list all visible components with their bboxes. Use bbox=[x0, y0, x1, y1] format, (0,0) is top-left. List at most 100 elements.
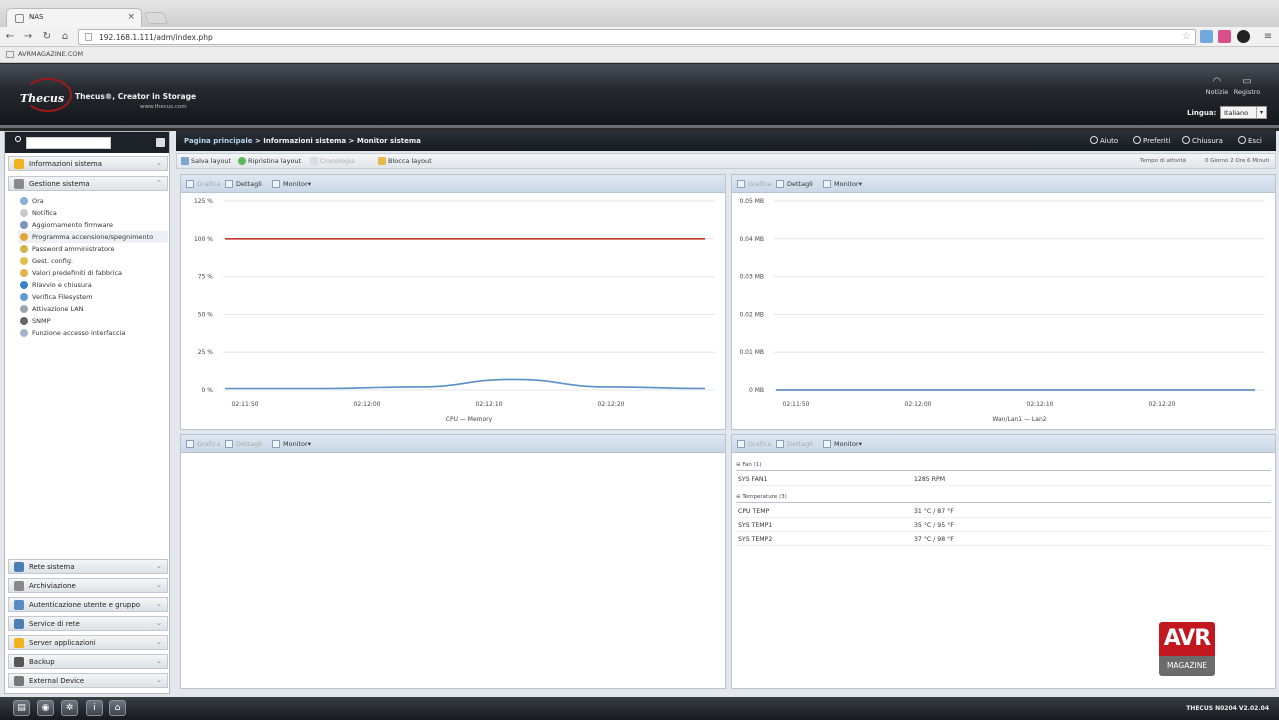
settings-app-icon[interactable]: ✲ bbox=[61, 700, 78, 716]
monitor-label: Monitor bbox=[834, 180, 859, 188]
monitor-dropdown[interactable]: Monitor▾ bbox=[272, 180, 311, 188]
log-link[interactable]: ▭ Registro bbox=[1229, 75, 1265, 96]
help-icon bbox=[1090, 136, 1098, 144]
shutdown-button[interactable]: Chiusura bbox=[1182, 136, 1223, 145]
item-label: Aggiornamento firmware bbox=[32, 221, 113, 229]
sidebar-item-password[interactable]: Password amministratore bbox=[18, 243, 168, 255]
category-external-device[interactable]: External Device ⌄ bbox=[8, 673, 168, 688]
category-system-management[interactable]: Gestione sistema ⌃ bbox=[8, 176, 168, 191]
item-label: Valori predefiniti di fabbrica bbox=[32, 269, 123, 277]
y-tick-label: 0.03 MB bbox=[739, 274, 764, 281]
sidebar-item-wol[interactable]: Attivazione LAN bbox=[18, 303, 168, 315]
close-tab-icon[interactable]: × bbox=[127, 12, 135, 22]
favorites-button[interactable]: Preferiti bbox=[1133, 136, 1170, 145]
history-button[interactable]: Cronologia bbox=[310, 157, 355, 165]
chart-icon bbox=[186, 440, 194, 448]
category-label: External Device bbox=[29, 677, 85, 685]
extension-dark-icon[interactable] bbox=[1237, 30, 1250, 43]
sidebar-item-ui-access[interactable]: Funzione accesso interfaccia bbox=[18, 327, 168, 339]
chart-button[interactable]: Grafica bbox=[737, 440, 771, 448]
address-bar[interactable]: 192.168.1.111/adm/index.php ☆ bbox=[78, 29, 1196, 45]
tab-title: NAS bbox=[29, 13, 44, 21]
sidebar-item-reboot[interactable]: Riavvio e chiusura bbox=[18, 279, 168, 291]
network-panel: Grafica Dettagli Monitor▾ 0.05 MB 0.04 MB… bbox=[731, 174, 1276, 430]
sidebar-item-factory-defaults[interactable]: Valori predefiniti di fabbrica bbox=[18, 267, 168, 279]
lock-icon bbox=[378, 157, 386, 165]
help-button[interactable]: Aiuto bbox=[1090, 136, 1118, 145]
sidebar-item-config[interactable]: Gest. config. bbox=[18, 255, 168, 267]
chart-legend: Wan/Lan1 — Lan2 bbox=[992, 416, 1046, 423]
search-button[interactable] bbox=[156, 138, 165, 147]
sidebar-item-filesystem[interactable]: Verifica Filesystem bbox=[18, 291, 168, 303]
language-select[interactable]: Italiano ▾ bbox=[1220, 106, 1267, 119]
category-storage[interactable]: Archiviazione ⌄ bbox=[8, 578, 168, 593]
details-button[interactable]: Dettagli bbox=[776, 180, 813, 188]
extension-s-icon[interactable] bbox=[1218, 30, 1231, 43]
bookmark-link[interactable]: AVRMAGAZINE.COM bbox=[18, 50, 83, 58]
save-layout-button[interactable]: Salva layout bbox=[181, 157, 231, 165]
temp-title: Temperature (3) bbox=[742, 494, 787, 500]
new-tab-button[interactable] bbox=[143, 12, 169, 24]
logout-button[interactable]: Esci bbox=[1238, 136, 1262, 145]
monitor-label: Monitor bbox=[834, 440, 859, 448]
chart-label: Grafica bbox=[197, 180, 221, 188]
firmware-version: THECUS N0204 V2.02.04 bbox=[1186, 705, 1269, 712]
network-app-icon[interactable]: ⌂ bbox=[109, 700, 126, 716]
details-button[interactable]: Dettagli bbox=[225, 440, 262, 448]
browser-tab[interactable]: NAS × bbox=[6, 8, 142, 27]
sidebar-item-notification[interactable]: Notifica bbox=[18, 207, 168, 219]
chart-button[interactable]: Grafica bbox=[186, 440, 220, 448]
disk-app-icon[interactable]: ◉ bbox=[37, 700, 54, 716]
item-label: Notifica bbox=[32, 209, 57, 217]
category-network-service[interactable]: Service di rete ⌄ bbox=[8, 616, 168, 631]
sidebar-item-firmware[interactable]: Aggiornamento firmware bbox=[18, 219, 168, 231]
home-icon[interactable]: ⌂ bbox=[59, 30, 71, 43]
monitor-label: Monitor bbox=[283, 440, 308, 448]
monitor-dropdown[interactable]: Monitor▾ bbox=[823, 440, 862, 448]
details-button[interactable]: Dettagli bbox=[776, 440, 813, 448]
chart-label: Grafica bbox=[748, 440, 772, 448]
details-button[interactable]: Dettagli bbox=[225, 180, 262, 188]
menu-icon[interactable]: ≡ bbox=[1262, 30, 1274, 43]
category-network[interactable]: Rete sistema ⌄ bbox=[8, 559, 168, 574]
extension-icon[interactable] bbox=[1200, 30, 1213, 43]
panel-header: Grafica Dettagli Monitor▾ bbox=[181, 175, 725, 193]
language-value: Italiano bbox=[1224, 109, 1249, 117]
chart-button[interactable]: Grafica bbox=[737, 180, 771, 188]
nas-header: Thecus Thecus®, Creator in Storage www.t… bbox=[0, 64, 1279, 128]
snmp-icon bbox=[20, 317, 28, 325]
sidebar-item-snmp[interactable]: SNMP bbox=[18, 315, 168, 327]
chart-button[interactable]: Grafica bbox=[186, 180, 220, 188]
lock-layout-button[interactable]: Blocca layout bbox=[378, 157, 432, 165]
x-tick-label: 02:12:20 bbox=[1149, 401, 1176, 408]
sidebar-item-schedule[interactable]: Programma accensione/spegnimento bbox=[18, 231, 168, 243]
category-backup[interactable]: Backup ⌄ bbox=[8, 654, 168, 669]
forward-icon[interactable]: → bbox=[22, 30, 34, 43]
filesystem-icon bbox=[20, 293, 28, 301]
temp-section-title: ⊖ Temperature (3) bbox=[736, 494, 787, 500]
favicon-icon bbox=[15, 14, 24, 23]
category-app-server[interactable]: Server applicazioni ⌄ bbox=[8, 635, 168, 650]
sensor-value: 37 °C / 98 °F bbox=[914, 536, 954, 543]
reload-icon[interactable]: ↻ bbox=[41, 30, 53, 43]
details-icon bbox=[225, 180, 233, 188]
category-label: Autenticazione utente e gruppo bbox=[29, 601, 141, 609]
monitor-app-icon[interactable]: ▤ bbox=[13, 700, 30, 716]
category-system-info[interactable]: Informazioni sistema ⌄ bbox=[8, 156, 168, 171]
breadcrumb-home[interactable]: Pagina principale bbox=[184, 137, 253, 145]
reset-layout-button[interactable]: Ripristina layout bbox=[238, 157, 301, 165]
breadcrumb-section[interactable]: Informazioni sistema bbox=[263, 137, 346, 145]
back-icon[interactable]: ← bbox=[4, 30, 16, 43]
tools-icon bbox=[14, 179, 24, 189]
monitor-dropdown[interactable]: Monitor▾ bbox=[272, 440, 311, 448]
save-icon bbox=[181, 157, 189, 165]
monitor-dropdown[interactable]: Monitor▾ bbox=[823, 180, 862, 188]
bookmark-star-icon[interactable]: ☆ bbox=[1182, 31, 1191, 42]
item-label: Gest. config. bbox=[32, 257, 74, 265]
category-users[interactable]: Autenticazione utente e gruppo ⌄ bbox=[8, 597, 168, 612]
details-icon bbox=[776, 180, 784, 188]
item-label: Riavvio e chiusura bbox=[32, 281, 92, 289]
search-input[interactable] bbox=[26, 137, 111, 149]
sidebar-item-time[interactable]: Ora bbox=[18, 195, 168, 207]
info-app-icon[interactable]: i bbox=[86, 700, 103, 716]
